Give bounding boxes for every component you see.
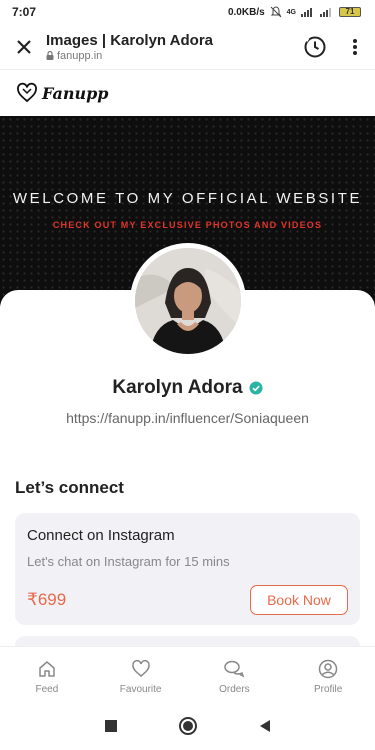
- nav-item-favourite[interactable]: Favourite: [101, 659, 181, 695]
- system-nav-bar: [0, 706, 375, 750]
- connect-card-title: Connect on Instagram: [27, 527, 175, 544]
- price-row: ₹699 Book Now: [27, 585, 348, 615]
- history-icon: [304, 36, 326, 57]
- page-url-row: fanupp.in: [46, 50, 301, 62]
- connect-card-description: Let's chat on Instagram for 15 mins: [27, 554, 230, 569]
- nav-item-orders[interactable]: Orders: [194, 659, 274, 695]
- more-vert-icon: [353, 38, 357, 55]
- page-url: fanupp.in: [57, 49, 103, 62]
- avatar-image: [135, 248, 241, 354]
- more-menu-button[interactable]: [347, 33, 363, 61]
- browser-toolbar: Images | Karolyn Adora fanupp.in: [0, 24, 375, 70]
- back-triangle-icon: [259, 719, 270, 732]
- square-icon: [104, 719, 117, 732]
- lock-icon: [46, 51, 54, 60]
- circle-icon: [178, 716, 197, 735]
- nav-label-orders: Orders: [219, 683, 250, 695]
- signal-icon-2: [320, 8, 331, 17]
- chat-bubbles-icon: [224, 660, 245, 677]
- hero-title: WELCOME TO MY OFFICIAL WEBSITE: [12, 190, 363, 207]
- nav-label-profile: Profile: [313, 683, 343, 695]
- brand-header: Fanupp: [0, 71, 375, 115]
- profile-name: Karolyn Adora: [112, 377, 243, 398]
- profile-name-row: Karolyn Adora: [0, 377, 375, 399]
- status-bar: 7:07 0.0KB/s 4G 71: [0, 0, 375, 24]
- signal-icon: [301, 8, 312, 17]
- nav-label-feed: Feed: [35, 683, 59, 695]
- heart-icon[interactable]: [16, 82, 38, 104]
- status-time: 7:07: [12, 5, 37, 19]
- hero-subtitle: CHECK OUT MY EXCLUSIVE PHOTOS AND VIDEOS: [52, 220, 323, 230]
- price-label: ₹699: [27, 590, 67, 609]
- battery-icon: 71: [339, 7, 361, 17]
- nav-item-profile[interactable]: Profile: [288, 659, 368, 695]
- verified-badge-icon: [249, 381, 263, 395]
- nav-item-feed[interactable]: Feed: [7, 659, 87, 695]
- brand-logo[interactable]: Fanupp: [42, 84, 109, 103]
- nav-label-favourite: Favourite: [119, 683, 162, 695]
- mute-icon: [270, 6, 282, 18]
- close-button[interactable]: [12, 35, 36, 59]
- home-button[interactable]: [178, 716, 198, 741]
- home-icon: [39, 660, 55, 677]
- page-meta: Images | Karolyn Adora fanupp.in: [46, 32, 301, 62]
- recents-button[interactable]: [104, 719, 118, 738]
- network-type: 4G: [286, 8, 296, 16]
- page-title: Images | Karolyn Adora: [46, 31, 214, 49]
- status-indicators: 0.0KB/s 4G 71: [228, 6, 361, 18]
- back-button[interactable]: [258, 719, 272, 738]
- bottom-nav: Feed Favourite Orders Profile: [0, 646, 375, 706]
- user-circle-icon: [318, 659, 338, 678]
- profile-avatar[interactable]: [130, 243, 246, 359]
- history-button[interactable]: [301, 33, 329, 61]
- heart-outline-icon: [131, 659, 150, 677]
- network-speed: 0.0KB/s: [227, 6, 265, 18]
- close-icon: [17, 39, 31, 54]
- connect-card[interactable]: Connect on Instagram Let's chat on Insta…: [15, 513, 360, 625]
- profile-url[interactable]: https://fanupp.in/influencer/Soniaqueen: [0, 410, 375, 426]
- section-heading: Let’s connect: [15, 478, 124, 497]
- book-now-button[interactable]: Book Now: [250, 585, 348, 615]
- battery-level: 71: [345, 7, 355, 16]
